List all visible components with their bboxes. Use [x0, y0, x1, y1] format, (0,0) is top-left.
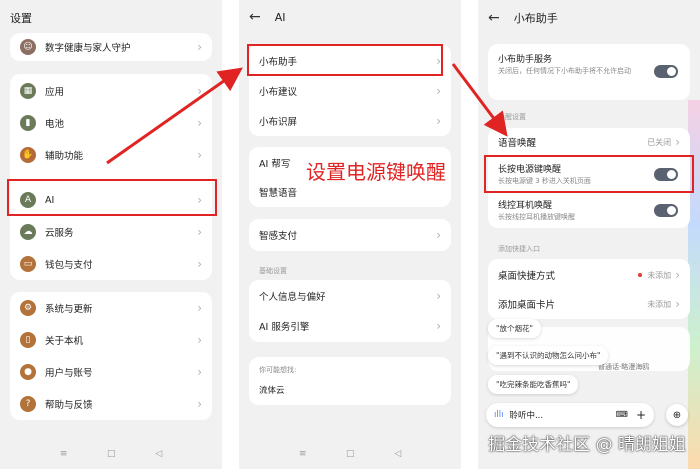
annotation-text: 设置电源键唤醒 — [306, 160, 446, 184]
annotation-arrows — [106, 63, 508, 165]
watermark: 掘金技术社区 @ 晴朗姐姐 — [488, 435, 686, 455]
arrow-ai-to-xiaobu — [106, 67, 243, 165]
arrow-xiaobu-to-wake — [451, 63, 508, 137]
